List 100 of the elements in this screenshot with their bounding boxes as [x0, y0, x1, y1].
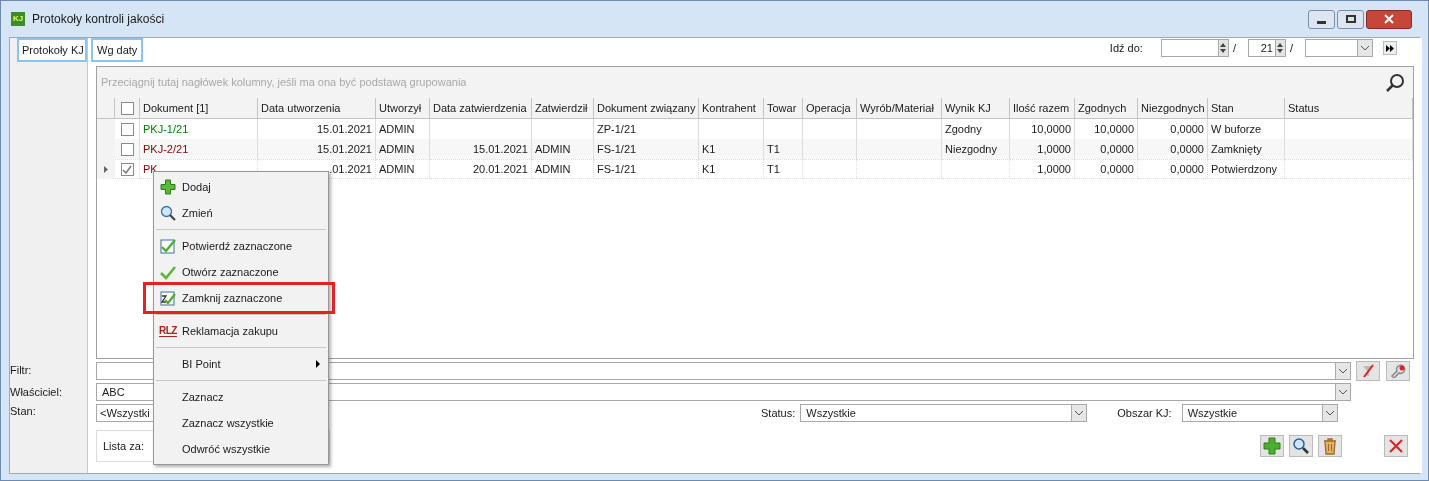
menu-item[interactable]: Zmień	[154, 200, 328, 226]
table-cell-text: Zgodny	[945, 121, 982, 137]
column-header[interactable]: Ilość razem	[1013, 99, 1070, 117]
field-label: Stan:	[10, 404, 36, 419]
dropdown-field[interactable]	[1305, 39, 1373, 57]
table-cell-text: Niezgodny	[945, 141, 997, 157]
current-row-icon	[104, 165, 108, 173]
menu-item[interactable]: Zamknij zaznaczone	[143, 282, 335, 314]
filter-settings-button[interactable]	[1386, 361, 1410, 381]
clear-filter-button[interactable]	[1356, 361, 1380, 381]
fast-forward-button[interactable]	[1383, 41, 1397, 55]
dropdown-field[interactable]: Wszystkie	[1181, 404, 1338, 422]
table-cell-text: PK	[143, 161, 158, 177]
table-cell-text: 1,0000	[1037, 141, 1071, 157]
submenu-arrow-icon	[316, 360, 320, 368]
table-cell-text: 20.01.2021	[472, 161, 528, 177]
column-header[interactable]: Operacja	[806, 99, 851, 117]
plus-icon	[1263, 437, 1281, 455]
table-cell-text: 1,0000	[1037, 161, 1071, 177]
spin-field[interactable]	[1160, 39, 1229, 57]
search-icon	[160, 205, 176, 221]
table-cell-text: 0,0000	[1100, 141, 1134, 157]
table-cell-text: K1	[702, 161, 716, 177]
column-header[interactable]: Kontrahent	[702, 99, 756, 117]
chevron-down-icon	[1339, 389, 1347, 395]
table-row[interactable]: PKJ-2/21 15.01.2021 ADMIN 15.01.2021 ADMIN FS-1/21 K1 T1 Niezgodny 1,0000 0,0000 0,0000 Zamknięty	[97, 139, 1413, 159]
crossed-funnel-icon	[1361, 364, 1375, 378]
date-separator: /	[1289, 40, 1293, 56]
row-checkbox[interactable]	[120, 122, 134, 136]
column-header[interactable]: Utworzył	[379, 99, 422, 117]
checked-box-icon	[160, 238, 176, 254]
table-cell-text: 0,0000	[1170, 121, 1204, 137]
app-logo-icon: KJ	[11, 12, 25, 26]
table-cell-text: 15.01.2021	[316, 141, 372, 157]
trash-icon	[1322, 437, 1338, 455]
check-icon	[122, 164, 132, 174]
menu-item[interactable]: Zaznacz wszystkie	[154, 410, 328, 436]
table-cell-text: 15.01.2021	[316, 121, 372, 137]
table-row[interactable]: PK .01.2021 ADMIN 20.01.2021 ADMIN FS-1/21 K1 T1 1,0000 0,0000 0,0000 Potwierdzony	[97, 159, 1413, 179]
column-header[interactable]: Wynik KJ	[945, 99, 991, 117]
chevron-down-icon	[1075, 410, 1084, 416]
column-header[interactable]: Zgodnych	[1078, 99, 1127, 117]
minimize-button[interactable]	[1308, 9, 1335, 29]
check-icon	[160, 264, 176, 280]
search-button[interactable]	[1289, 435, 1313, 457]
column-header[interactable]: Zatwierdził	[535, 99, 588, 117]
tab[interactable]: Wg daty	[91, 38, 144, 62]
delete-button[interactable]	[1318, 435, 1342, 457]
field-label: Właściciel:	[10, 384, 62, 400]
column-header[interactable]: Status	[1288, 99, 1320, 117]
header-checkbox[interactable]	[120, 101, 134, 115]
dropdown-field[interactable]: Wszystkie	[800, 404, 1088, 422]
table-cell-text: PKJ-1/21	[143, 121, 189, 137]
spinner-arrows-icon	[1220, 42, 1227, 54]
column-header[interactable]: Data zatwierdzenia	[433, 99, 527, 117]
row-checkbox[interactable]	[120, 162, 134, 176]
table-row[interactable]: PKJ-1/21 15.01.2021 ADMIN ZP-1/21 Zgodny 10,0000 10,0000 0,0000 W buforze	[97, 119, 1413, 139]
menu-item[interactable]: RLZ Reklamacja zakupu	[154, 318, 328, 344]
table-cell-text: W buforze	[1211, 121, 1262, 137]
field-label: Filtr:	[10, 363, 32, 378]
close-icon	[1384, 14, 1394, 24]
table-cell-text: ADMIN	[535, 161, 571, 177]
maximize-button[interactable]	[1337, 9, 1364, 29]
add-button[interactable]	[1260, 435, 1284, 457]
table-cell-text: T1	[767, 161, 780, 177]
table-cell-text: 15.01.2021	[472, 141, 528, 157]
chevron-down-icon	[1325, 410, 1334, 416]
column-header[interactable]: Niezgodnych	[1141, 99, 1205, 117]
row-checkbox[interactable]	[120, 142, 134, 156]
menu-item[interactable]: Potwierdź zaznaczone	[154, 233, 328, 259]
menu-item[interactable]: Otwórz zaznaczone	[154, 259, 328, 285]
close-button[interactable]	[1366, 9, 1412, 29]
sidebar-tab[interactable]: Protokoły KJ	[17, 38, 87, 62]
column-header[interactable]: Dokument związany	[597, 99, 696, 117]
row-indicator[interactable]	[97, 159, 115, 179]
dropdown-field[interactable]: <Wszystki	[96, 404, 156, 422]
column-header[interactable]: Dokument [1]	[143, 99, 209, 117]
column-header[interactable]: Wyrób/Materiał	[860, 99, 934, 117]
column-header[interactable]: Towar	[767, 99, 797, 117]
table-cell-text: ADMIN	[535, 141, 571, 157]
menu-item[interactable]: Odwróć wszystkie	[154, 436, 328, 462]
search-icon[interactable]	[1385, 72, 1405, 93]
checked-box-icon	[160, 290, 176, 306]
search-icon	[1292, 437, 1310, 455]
table-cell-text: PKJ-2/21	[143, 141, 189, 157]
table-cell-text: .01.2021	[329, 161, 372, 177]
column-header[interactable]: Data utworzenia	[261, 99, 341, 117]
table-cell-text: 0,0000	[1170, 141, 1204, 157]
menu-item[interactable]: BI Point	[154, 351, 328, 377]
table-cell-text: ADMIN	[379, 141, 415, 157]
table-cell-text: FS-1/21	[597, 141, 637, 157]
fast-forward-icon	[1386, 44, 1394, 52]
wrench-icon	[1390, 364, 1406, 378]
plus-icon	[160, 179, 176, 195]
table-cell-text: 0,0000	[1100, 161, 1134, 177]
date-separator: /	[1232, 40, 1236, 56]
column-header[interactable]: Stan	[1211, 99, 1234, 117]
close-icon	[1389, 439, 1403, 453]
spin-field[interactable]: 21	[1247, 39, 1286, 57]
close-button[interactable]	[1384, 435, 1408, 457]
